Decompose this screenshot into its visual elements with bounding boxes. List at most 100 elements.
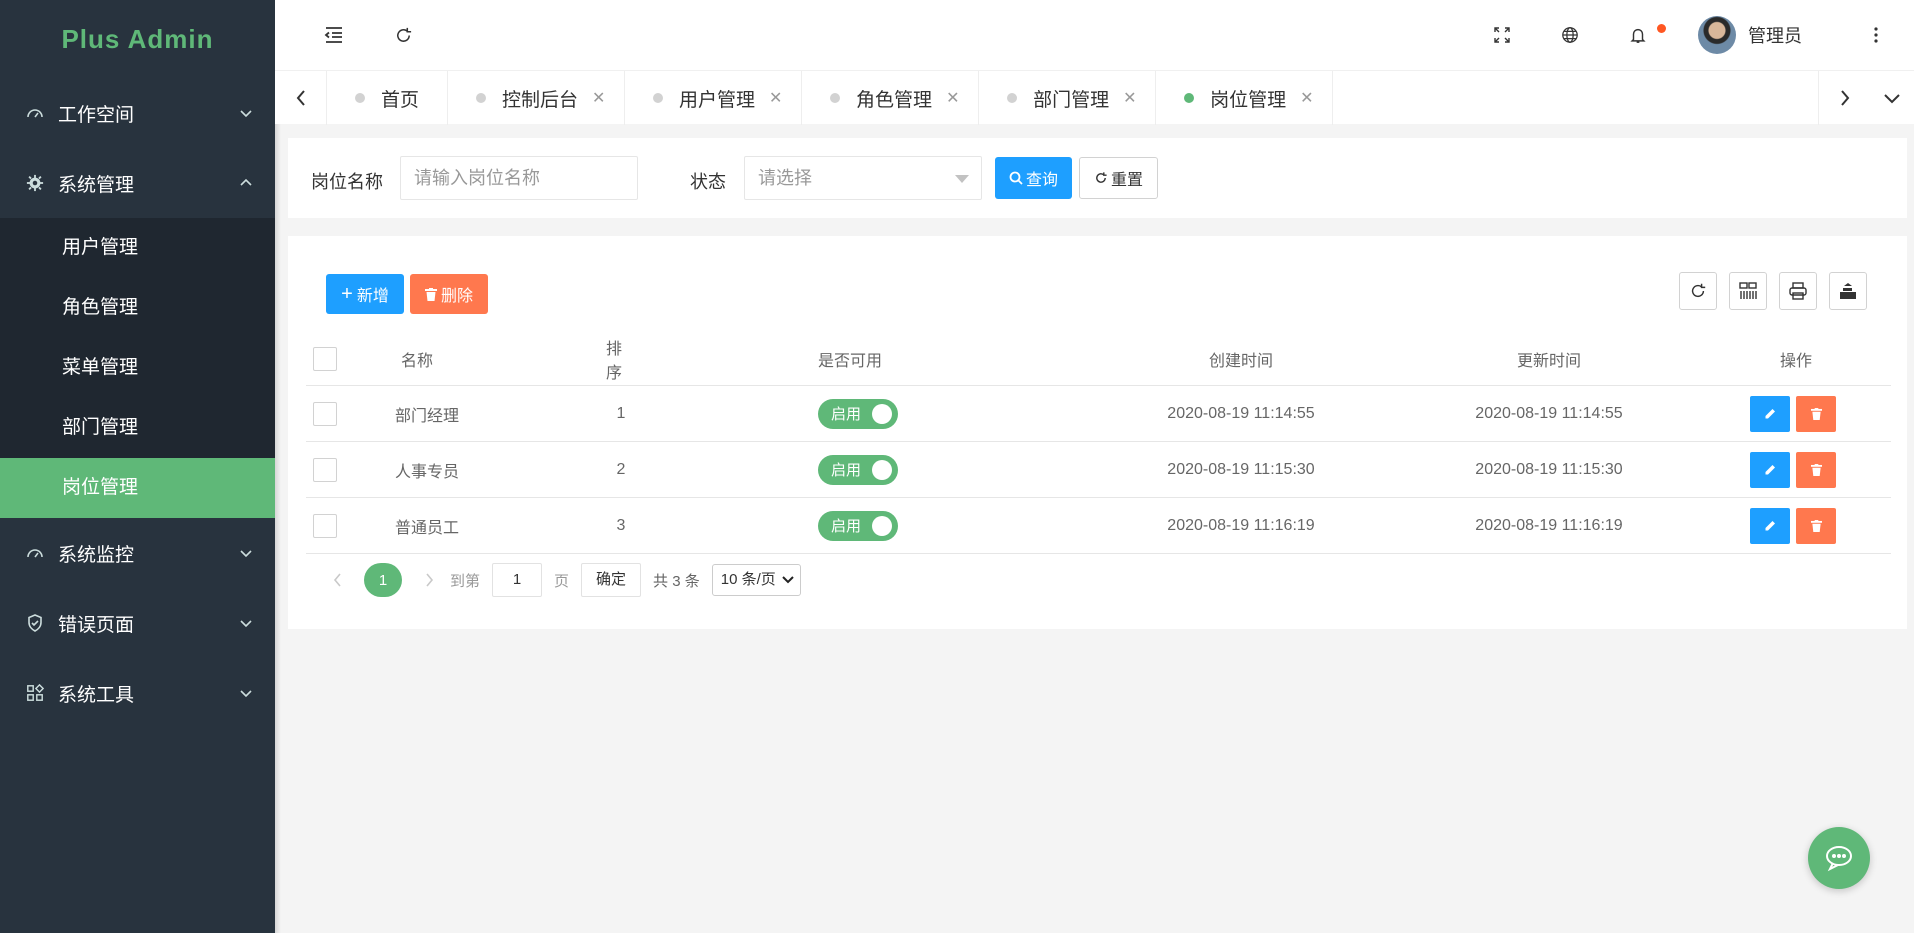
delete-button-label: 删除: [440, 288, 473, 305]
status-label: 状态: [690, 172, 726, 192]
tab-status-dot: [1184, 93, 1195, 103]
sidebar-group-header[interactable]: 工作空间: [0, 78, 275, 148]
search-icon: [1009, 171, 1023, 185]
delete-button[interactable]: 删除: [410, 274, 488, 314]
cell-enabled: 启用: [818, 498, 898, 553]
add-button[interactable]: + 新增: [326, 274, 404, 314]
page-unit-label: 页: [554, 572, 570, 590]
sidebar-item-roles[interactable]: 角色管理: [0, 278, 275, 338]
sidebar-shadow: [275, 0, 281, 933]
tabs-dropdown-icon[interactable]: [1870, 71, 1914, 125]
tab-positions[interactable]: 岗位管理 ✕: [1156, 71, 1334, 125]
select-all-checkbox[interactable]: [313, 346, 337, 371]
tab-status-dot: [476, 93, 487, 103]
row-checkbox[interactable]: [313, 457, 337, 482]
chevron-down-icon: [240, 550, 252, 558]
sidebar-group-system[interactable]: 系统管理 用户管理 角色管理 菜单管理 部门管理 岗位管理: [0, 148, 275, 518]
close-icon[interactable]: ✕: [592, 88, 606, 108]
position-name-input[interactable]: 请输入岗位名称: [400, 156, 638, 200]
sidebar-item-users[interactable]: 用户管理: [0, 218, 275, 278]
page-size-select[interactable]: 10 条/页: [711, 564, 801, 596]
sidebar-group-header[interactable]: 错误页面: [0, 588, 275, 658]
globe-icon[interactable]: [1555, 20, 1585, 50]
tab-label: 控制后台: [502, 89, 579, 111]
prev-page-icon[interactable]: [322, 573, 352, 587]
reset-button[interactable]: 重置: [1079, 157, 1158, 199]
sidebar-group-errors[interactable]: 错误页面: [0, 588, 275, 658]
tab-home[interactable]: 首页: [327, 71, 449, 125]
enabled-toggle[interactable]: 启用: [818, 454, 898, 485]
tab-console[interactable]: 控制后台 ✕: [448, 71, 626, 125]
edit-button[interactable]: [1750, 395, 1790, 432]
export-icon[interactable]: [1829, 272, 1867, 310]
delete-row-button[interactable]: [1796, 507, 1836, 544]
page-size-value: 10 条/页: [720, 571, 776, 588]
print-icon[interactable]: [1779, 272, 1817, 310]
sidebar-group-header[interactable]: 系统管理: [0, 148, 275, 218]
column-header-name: 名称: [401, 352, 434, 370]
pagination: 1 到第 1 页 确定 共 3 条 10 条/页: [322, 562, 801, 598]
table-refresh-icon[interactable]: [1679, 272, 1717, 310]
more-vertical-icon[interactable]: [1861, 20, 1891, 50]
chat-button[interactable]: [1808, 827, 1870, 889]
sidebar-group-header[interactable]: 系统监控: [0, 518, 275, 588]
enabled-toggle[interactable]: 启用: [818, 398, 898, 429]
tab-label: 用户管理: [679, 89, 756, 111]
query-button[interactable]: 查询: [995, 157, 1072, 199]
monitor-icon: [24, 542, 46, 564]
current-page[interactable]: 1: [364, 563, 402, 597]
edit-button[interactable]: [1750, 451, 1790, 488]
chevron-up-icon: [240, 178, 252, 186]
fullscreen-icon[interactable]: [1487, 20, 1517, 50]
column-header-enabled: 是否可用: [818, 352, 883, 370]
menu-fold-icon[interactable]: [319, 20, 349, 50]
cell-sort: 1: [616, 404, 626, 422]
refresh-icon[interactable]: [388, 20, 418, 50]
sidebar-item-positions[interactable]: 岗位管理: [0, 458, 275, 518]
goto-confirm-button[interactable]: 确定: [581, 563, 642, 597]
cell-actions: [1750, 386, 1836, 441]
tab-departments[interactable]: 部门管理 ✕: [979, 71, 1157, 125]
close-icon[interactable]: ✕: [1300, 88, 1314, 108]
close-icon[interactable]: ✕: [769, 88, 783, 108]
cell-sort: 2: [616, 460, 626, 478]
tab-roles[interactable]: 角色管理 ✕: [802, 71, 980, 125]
apps-icon: [24, 682, 46, 704]
sidebar-group-workspace[interactable]: 工作空间: [0, 78, 275, 148]
cell-updated: 2020-08-19 11:16:19: [1475, 516, 1623, 534]
tab-status-dot: [1007, 93, 1018, 103]
delete-row-button[interactable]: [1796, 395, 1836, 432]
tab-users[interactable]: 用户管理 ✕: [625, 71, 803, 125]
positions-table: 名称 排序 是否可用 创建时间 更新时间 操作 部门经理 1 启用 2020-0…: [306, 332, 1891, 554]
trash-icon: [1810, 519, 1822, 532]
next-page-icon[interactable]: [414, 573, 444, 587]
status-select[interactable]: 请选择: [744, 156, 982, 200]
bell-icon[interactable]: [1623, 20, 1653, 50]
total-count: 共 3 条: [653, 572, 700, 590]
edit-button[interactable]: [1750, 507, 1790, 544]
sidebar-item-menus[interactable]: 菜单管理: [0, 338, 275, 398]
tabs-scroll-left-icon[interactable]: [275, 71, 327, 125]
delete-row-button[interactable]: [1796, 451, 1836, 488]
cell-enabled: 启用: [818, 442, 898, 497]
tabs-scroll-right-icon[interactable]: [1818, 71, 1870, 125]
row-checkbox[interactable]: [313, 401, 337, 426]
table-columns-icon[interactable]: [1729, 272, 1767, 310]
close-icon[interactable]: ✕: [1123, 88, 1137, 108]
sidebar-group-tools[interactable]: 系统工具: [0, 658, 275, 728]
cell-name: 人事专员: [395, 463, 460, 481]
sidebar-group-monitor[interactable]: 系统监控: [0, 518, 275, 588]
sidebar-item-departments[interactable]: 部门管理: [0, 398, 275, 458]
enabled-toggle[interactable]: 启用: [818, 510, 898, 541]
sidebar-group-header[interactable]: 系统工具: [0, 658, 275, 728]
row-checkbox[interactable]: [313, 513, 337, 538]
toggle-knob: [872, 459, 892, 480]
close-icon[interactable]: ✕: [946, 88, 960, 108]
chevron-down-icon: [240, 690, 252, 698]
user-menu[interactable]: 管理员: [1698, 16, 1802, 54]
table-row: 普通员工 3 启用 2020-08-19 11:16:19 2020-08-19…: [306, 498, 1891, 554]
cell-sort: 3: [616, 516, 626, 534]
header-checkbox-cell: [313, 332, 337, 385]
goto-page-input[interactable]: 1: [492, 563, 543, 597]
avatar: [1698, 16, 1736, 54]
